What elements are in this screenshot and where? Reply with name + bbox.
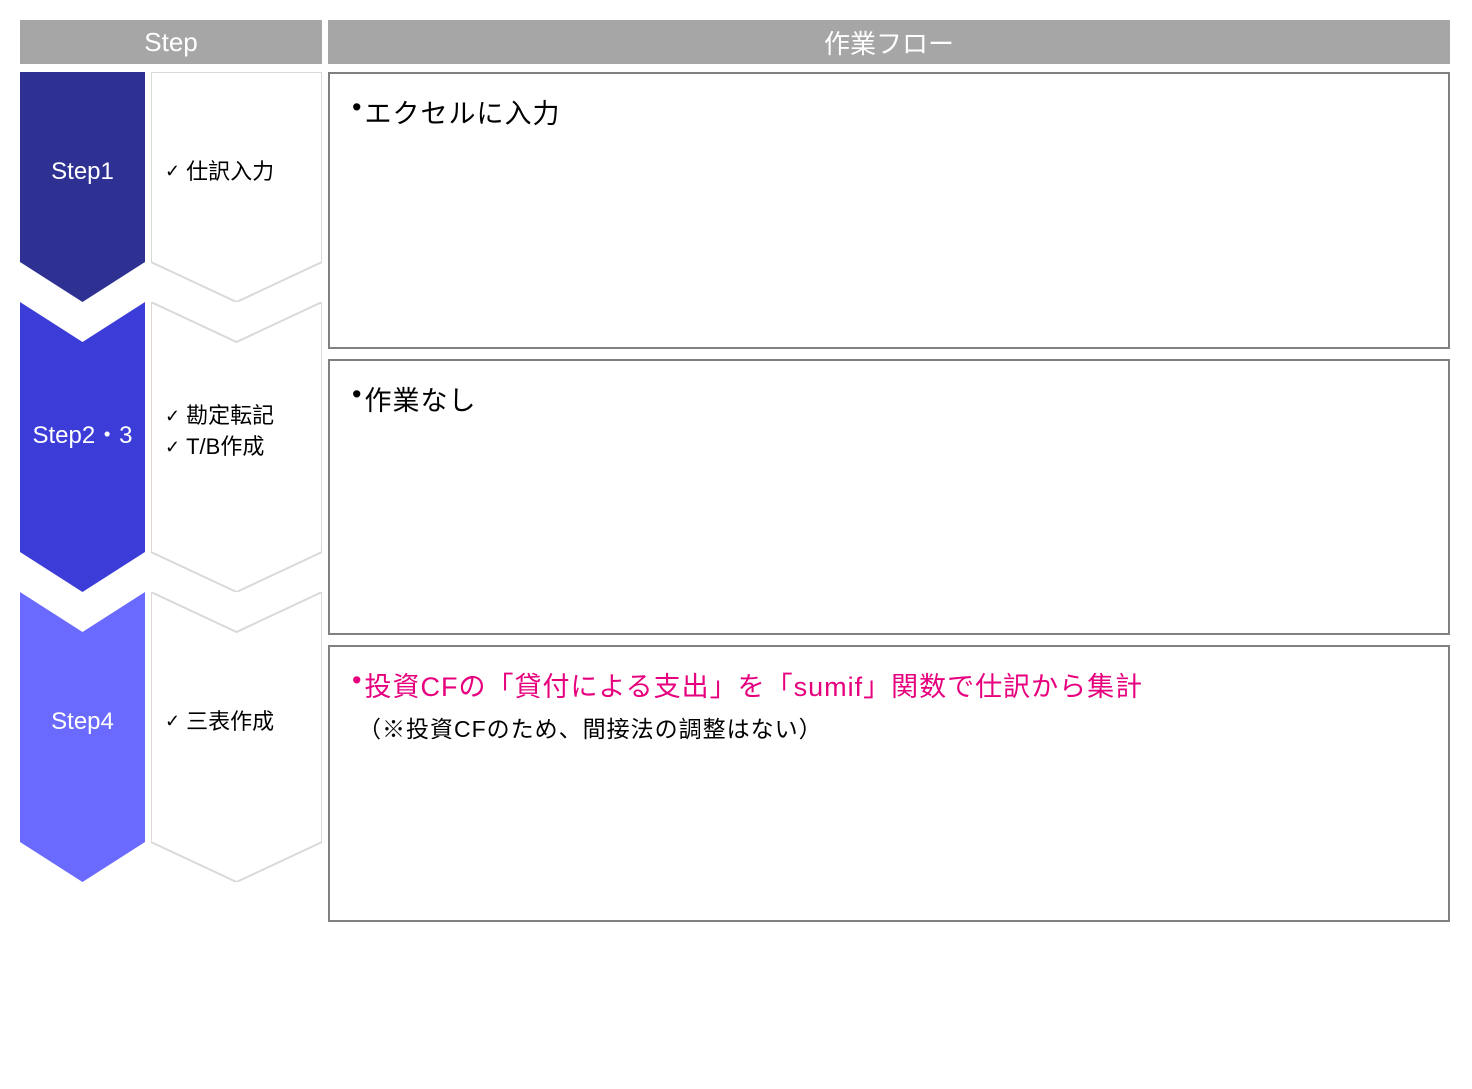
bullet-icon: • — [352, 665, 362, 704]
flow-main: •エクセルに入力 — [352, 92, 1426, 131]
desc-line: ✓T/B作成 — [165, 432, 274, 463]
desc-chevron-3: ✓三表作成 — [151, 592, 322, 882]
step-chevron-3: Step4 — [20, 592, 145, 882]
bullet-icon: • — [352, 379, 362, 418]
step-label: Step4 — [51, 708, 114, 766]
flow-main-text: 作業なし — [364, 379, 476, 418]
diagram-body: Step1Step2・3Step4 ✓仕訳入力✓勘定転記✓T/B作成✓三表作成 … — [20, 72, 1450, 922]
flow-main: •作業なし — [352, 379, 1426, 418]
header-step: Step — [20, 20, 322, 64]
desc-line: ✓仕訳入力 — [165, 157, 274, 188]
flow-note: （※投資CFのため、間接法の調整はない） — [358, 710, 1426, 744]
check-icon: ✓ — [165, 159, 180, 184]
flow-main: •投資CFの「貸付による支出」を「sumif」関数で仕訳から集計 — [352, 665, 1426, 704]
check-icon: ✓ — [165, 435, 180, 460]
desc-text: 仕訳入力 — [186, 157, 274, 188]
step-chevron-1: Step1 — [20, 72, 145, 302]
step-label: Step2・3 — [32, 415, 132, 480]
flow-box-1: •エクセルに入力 — [328, 72, 1450, 349]
flow-main-text: 投資CFの「貸付による支出」を「sumif」関数で仕訳から集計 — [364, 665, 1143, 704]
desc-line: ✓三表作成 — [165, 707, 274, 738]
flow-main-text: エクセルに入力 — [364, 92, 560, 131]
header-flow: 作業フロー — [328, 20, 1450, 64]
bullet-icon: • — [352, 92, 362, 131]
desc-chevron-1: ✓仕訳入力 — [151, 72, 322, 302]
flow-box-2: •作業なし — [328, 359, 1450, 636]
check-icon: ✓ — [165, 404, 180, 429]
desc-text: 三表作成 — [186, 707, 274, 738]
step-chevron-2: Step2・3 — [20, 302, 145, 592]
desc-text: T/B作成 — [186, 432, 264, 463]
desc-text: 勘定転記 — [186, 401, 274, 432]
check-icon: ✓ — [165, 709, 180, 734]
desc-chevron-2: ✓勘定転記✓T/B作成 — [151, 302, 322, 592]
step-label: Step1 — [51, 158, 114, 216]
flow-box-3: •投資CFの「貸付による支出」を「sumif」関数で仕訳から集計 （※投資CFのた… — [328, 645, 1450, 922]
desc-line: ✓勘定転記 — [165, 401, 274, 432]
